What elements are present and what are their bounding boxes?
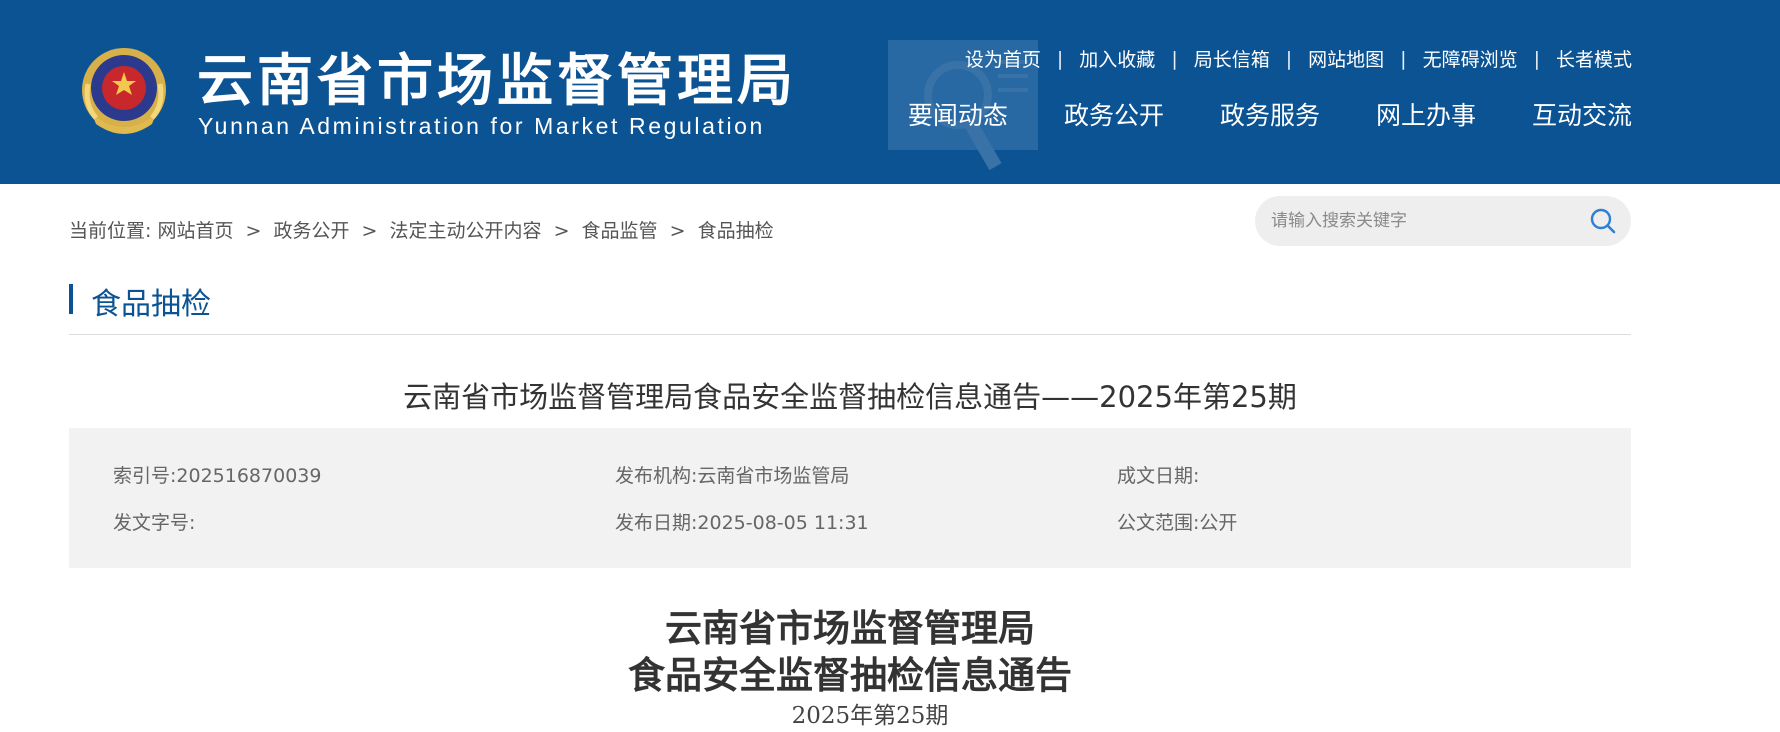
- breadcrumb-separator: >: [361, 220, 378, 242]
- nav-item-government-services[interactable]: 政务服务: [1220, 96, 1320, 132]
- meta-written-date-label: 成文日期:: [1117, 465, 1200, 487]
- breadcrumb-separator: >: [553, 220, 570, 242]
- divider: [69, 334, 1631, 335]
- breadcrumb-separator: >: [669, 220, 686, 242]
- meta-publisher-value: 云南省市场监管局: [697, 465, 850, 487]
- section-title: 食品抽检: [91, 287, 211, 322]
- breadcrumb-item-food-regulation[interactable]: 食品监管: [582, 220, 658, 242]
- meta-scope-value: 公开: [1199, 512, 1238, 534]
- meta-index: 索引号:202516870039: [113, 461, 321, 488]
- breadcrumb-item-statutory-disclosure[interactable]: 法定主动公开内容: [390, 220, 542, 242]
- meta-scope-label: 公文范围:: [1117, 512, 1200, 534]
- nav-item-news[interactable]: 要闻动态: [908, 96, 1008, 132]
- breadcrumb-item-government-affairs[interactable]: 政务公开: [273, 220, 349, 242]
- top-link-accessibility[interactable]: 无障碍浏览: [1423, 45, 1518, 72]
- breadcrumb-item-home[interactable]: 网站首页: [157, 220, 233, 242]
- meta-scope: 公文范围:公开: [1117, 508, 1237, 535]
- meta-doc-number: 发文字号:: [113, 508, 195, 535]
- nav-item-government-affairs[interactable]: 政务公开: [1064, 96, 1164, 132]
- national-emblem-icon[interactable]: [78, 44, 170, 140]
- main-nav: 要闻动态 政务公开 政务服务 网上办事 互动交流: [908, 96, 1632, 132]
- separator: |: [1400, 47, 1407, 70]
- top-links: 设为首页 | 加入收藏 | 局长信箱 | 网站地图 | 无障碍浏览 | 长者模式: [965, 45, 1632, 72]
- meta-index-label: 索引号:: [113, 465, 177, 487]
- doc-heading-line2: 食品安全监督抽检信息通告: [628, 653, 1072, 697]
- top-link-director-mailbox[interactable]: 局长信箱: [1194, 45, 1270, 72]
- search-icon[interactable]: [1589, 207, 1617, 235]
- nav-item-interaction[interactable]: 互动交流: [1532, 96, 1632, 132]
- meta-written-date: 成文日期:: [1117, 461, 1199, 488]
- search-box: [1255, 196, 1631, 246]
- breadcrumb-item-food-sampling[interactable]: 食品抽检: [698, 220, 774, 242]
- separator: |: [1171, 47, 1178, 70]
- site-title-english: Yunnan Administration for Market Regulat…: [198, 113, 765, 139]
- doc-heading-line1: 云南省市场监督管理局: [665, 606, 1035, 650]
- top-link-sitemap[interactable]: 网站地图: [1308, 45, 1384, 72]
- article-title: 云南省市场监督管理局食品安全监督抽检信息通告——2025年第25期: [403, 380, 1297, 414]
- nav-item-online-services[interactable]: 网上办事: [1376, 96, 1476, 132]
- top-link-add-favorite[interactable]: 加入收藏: [1079, 45, 1155, 72]
- breadcrumb: 当前位置: 网站首页 > 政务公开 > 法定主动公开内容 > 食品监管 > 食品…: [69, 216, 774, 243]
- meta-doc-number-label: 发文字号:: [113, 512, 196, 534]
- top-link-elder-mode[interactable]: 长者模式: [1556, 45, 1632, 72]
- meta-publish-date-value: 2025-08-05 11:31: [697, 512, 869, 534]
- meta-publish-date-label: 发布日期:: [615, 512, 698, 534]
- doc-issue-number: 2025年第25期: [791, 703, 949, 729]
- meta-publisher-label: 发布机构:: [615, 465, 698, 487]
- section-accent-bar: [69, 284, 73, 314]
- separator: |: [1056, 47, 1064, 70]
- site-title: 云南省市场监督管理局: [197, 49, 797, 114]
- breadcrumb-separator: >: [245, 220, 262, 242]
- meta-index-value: 202516870039: [176, 465, 322, 487]
- meta-publisher: 发布机构:云南省市场监管局: [615, 461, 849, 488]
- separator: |: [1533, 47, 1540, 70]
- meta-publish-date: 发布日期:2025-08-05 11:31: [615, 508, 869, 535]
- breadcrumb-prefix: 当前位置:: [69, 220, 152, 242]
- site-header: 云南省市场监督管理局 Yunnan Administration for Mar…: [0, 0, 1780, 184]
- top-link-set-homepage[interactable]: 设为首页: [965, 45, 1041, 72]
- separator: |: [1285, 47, 1293, 70]
- search-input[interactable]: [1271, 196, 1571, 246]
- article-meta: 索引号:202516870039 发布机构:云南省市场监管局 成文日期: 发文字…: [69, 428, 1631, 568]
